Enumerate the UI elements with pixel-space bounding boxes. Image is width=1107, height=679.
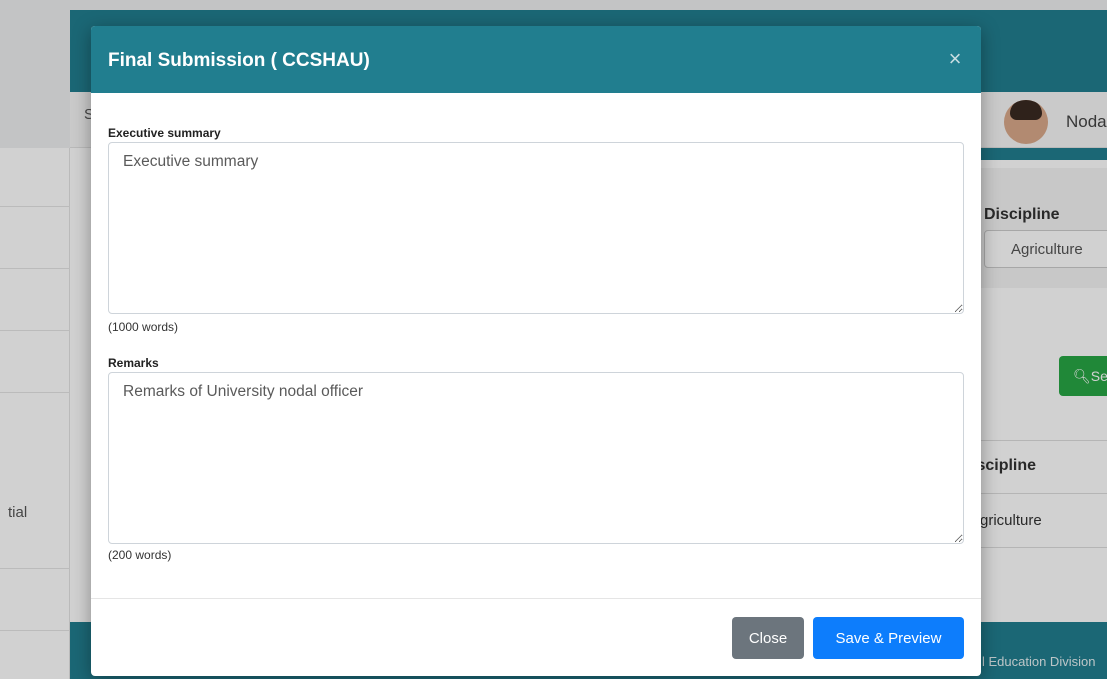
remarks-textarea[interactable] [108, 372, 964, 544]
modal-header: Final Submission ( CCSHAU) × [91, 26, 981, 93]
executive-summary-textarea[interactable] [108, 142, 964, 314]
executive-summary-label: Executive summary [108, 126, 221, 140]
close-button[interactable]: Close [732, 617, 804, 659]
save-preview-button[interactable]: Save & Preview [813, 617, 964, 659]
close-icon[interactable]: × [943, 48, 967, 72]
final-submission-modal: Final Submission ( CCSHAU) × Executive s… [91, 26, 981, 676]
remarks-word-limit: (200 words) [108, 548, 172, 562]
executive-summary-word-limit: (1000 words) [108, 320, 179, 334]
modal-footer: Close Save & Preview [91, 598, 981, 676]
remarks-label: Remarks [108, 356, 159, 370]
modal-title: Final Submission ( CCSHAU) [108, 50, 370, 71]
